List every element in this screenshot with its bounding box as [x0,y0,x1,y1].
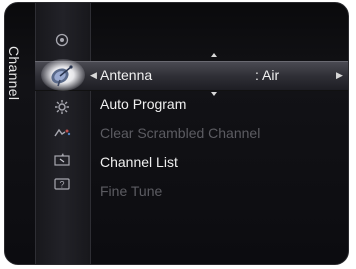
scroll-up-arrow-icon [211,53,217,57]
menu-item-label: Auto Program [100,96,187,112]
channel-menu-list: ◀ Antenna : Air ▶ Auto Program Clear Scr… [90,61,348,206]
picture-icon[interactable] [55,33,69,47]
menu-item-label: Clear Scrambled Channel [100,125,261,141]
tv-menu-window: Channel ? ◀ Antenna: Air ▶ Auto Program… [4,2,349,265]
channel-antenna-icon[interactable] [49,63,75,87]
menu-item-clear-scrambled-channel: Clear Scrambled Channel [91,119,348,148]
menu-item-value: : Air [255,67,280,83]
menu-item-label: Channel List [100,154,178,170]
input-icon[interactable] [53,127,71,139]
setup-gear-icon[interactable] [54,99,70,115]
right-arrow-icon: ▶ [336,70,343,80]
menu-item-label: Antenna [100,67,153,83]
menu-item-antenna[interactable]: ◀ Antenna : Air ▶ [90,61,348,90]
menu-item-fine-tune: Fine Tune [91,177,348,206]
menu-item-label: Fine Tune [100,183,163,199]
support-icon[interactable]: ? [54,178,70,191]
menu-item-auto-program[interactable]: Auto Program [91,90,348,119]
left-arrow-icon: ◀ [90,70,97,80]
application-icon[interactable] [54,153,70,167]
category-label: Channel [6,45,22,101]
menu-item-channel-list[interactable]: Channel List [91,148,348,177]
svg-text:?: ? [59,180,64,190]
